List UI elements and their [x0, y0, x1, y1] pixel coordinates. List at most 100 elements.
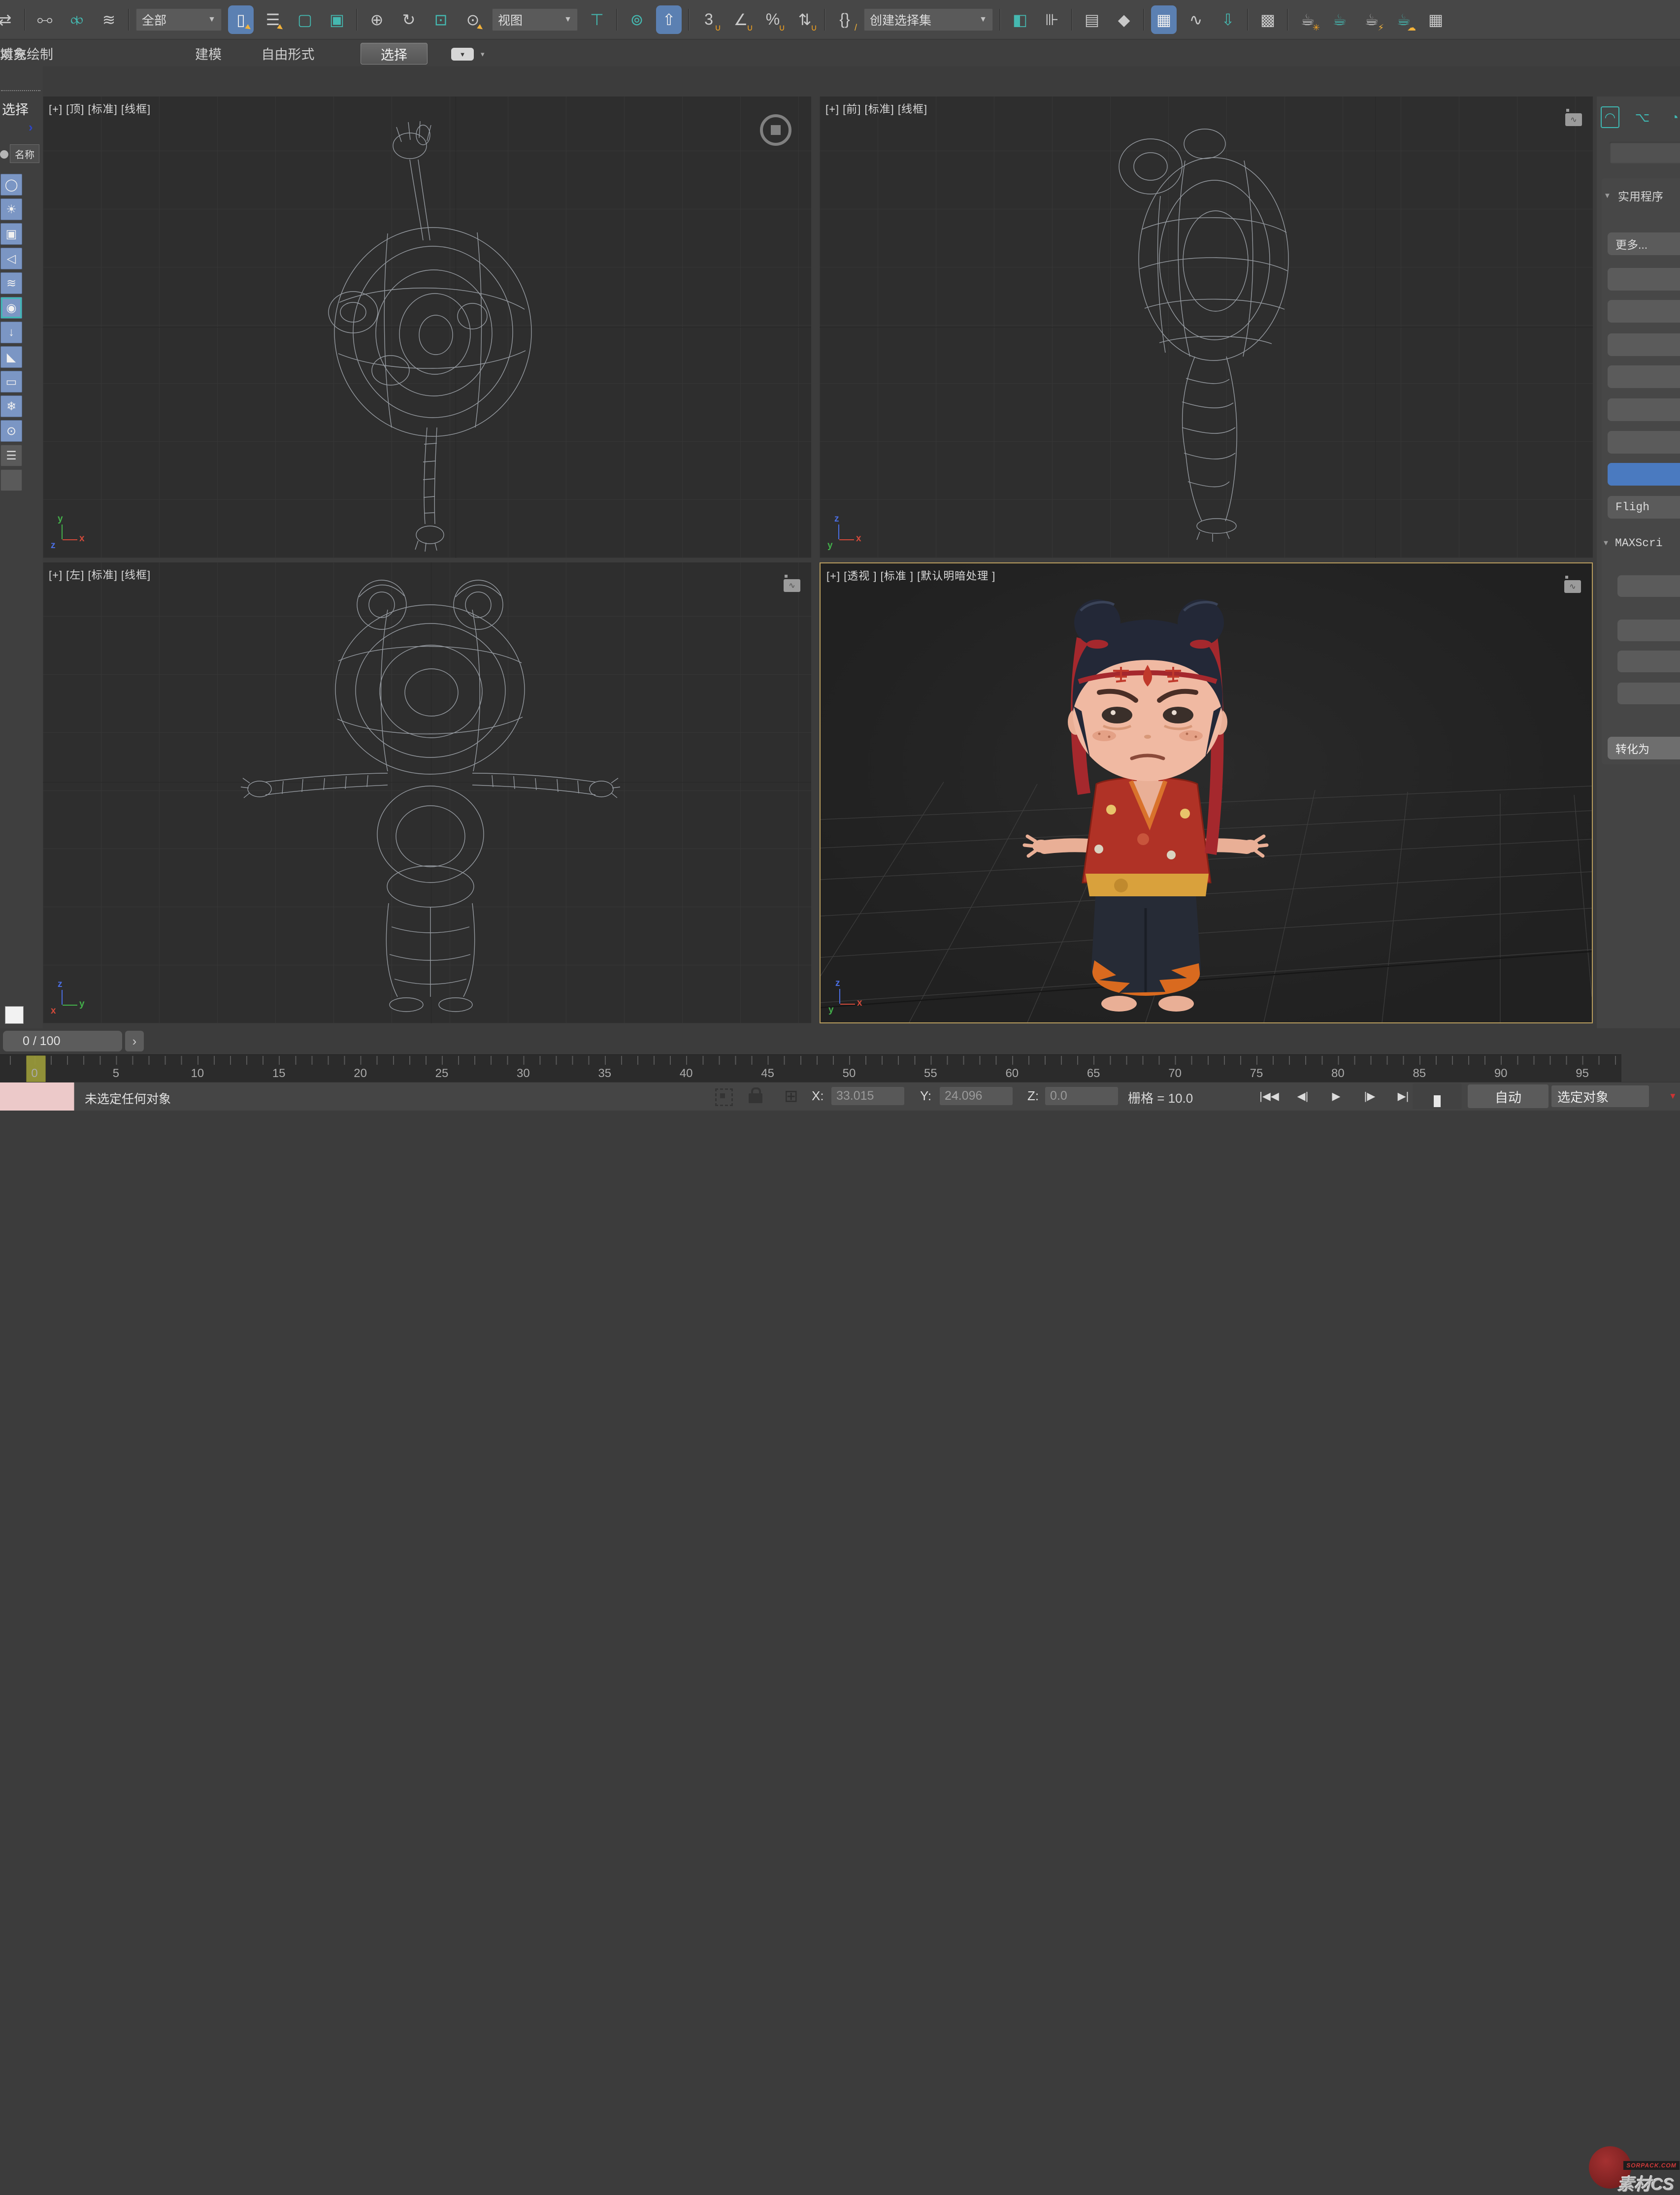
select-geometry-filter-icon[interactable]: ◯: [0, 174, 22, 196]
absolute-offset-toggle-icon[interactable]: ⊞: [784, 1086, 798, 1106]
navigation-ring-icon[interactable]: [760, 114, 791, 146]
select-helpers-filter-icon[interactable]: ◁: [0, 248, 22, 269]
select-and-move-icon[interactable]: ⊕: [364, 5, 390, 34]
ribbon-tab-填充[interactable]: 填充: [0, 43, 27, 64]
utility-button[interactable]: 打: [1617, 651, 1680, 672]
ribbon-tab-建模[interactable]: 建模: [149, 43, 222, 64]
isolate-selection-icon[interactable]: [715, 1088, 733, 1106]
use-pivot-point-center-icon[interactable]: ⊤: [584, 5, 610, 34]
schematic-view-icon[interactable]: ⇩: [1215, 5, 1241, 34]
selected-dropdown-caret-icon[interactable]: ▼: [1669, 1091, 1677, 1101]
set-key-button[interactable]: [1413, 1083, 1462, 1109]
next-frame-arrow-button[interactable]: ›: [125, 1031, 144, 1051]
freeze-selection-icon[interactable]: ❄: [0, 395, 22, 417]
hierarchy-tab-icon[interactable]: ⌥: [1633, 106, 1652, 128]
key-filters-selected-button[interactable]: 选定对象: [1551, 1085, 1649, 1107]
render-in-cloud-icon[interactable]: ☕☁: [1391, 5, 1416, 34]
select-and-link-icon[interactable]: ⧟: [32, 5, 58, 34]
viewport-label-front[interactable]: [+] [前] [标准] [线框]: [825, 100, 927, 116]
utility-button[interactable]: [1608, 398, 1680, 421]
viewport-front[interactable]: [+] [前] [标准] [线框] ∿ zxy: [820, 97, 1593, 558]
x-coordinate-field[interactable]: 33.015: [831, 1087, 904, 1105]
ribbon-options-caret-icon[interactable]: ▾: [481, 50, 485, 59]
play-button[interactable]: ▶: [1321, 1084, 1351, 1108]
viewport-label-perspective[interactable]: [+] [透视 ] [标准 ] [默认明暗处理 ]: [826, 567, 995, 583]
select-by-name-icon[interactable]: ☰▲: [260, 5, 286, 34]
utility-button[interactable]: M: [1608, 463, 1680, 486]
rendered-frame-window-icon[interactable]: ☕: [1327, 5, 1352, 34]
rectangular-selection-region-icon[interactable]: ▢: [292, 5, 318, 34]
next-frame-button[interactable]: |▶: [1354, 1084, 1385, 1108]
previous-frame-button[interactable]: ◀|: [1287, 1084, 1318, 1108]
viewport-display-icon[interactable]: ∿: [1565, 113, 1582, 126]
render-setup-icon[interactable]: ☕✳: [1295, 5, 1320, 34]
keyboard-shortcut-override-icon[interactable]: ⇧: [656, 5, 682, 34]
utility-button[interactable]: 颜: [1608, 333, 1680, 356]
maxscript-mini-listener[interactable]: [0, 1082, 74, 1111]
viewport-top[interactable]: [+] [顶] [标准] [线框] yxz: [43, 97, 811, 558]
named-selection-sets-dropdown[interactable]: 创建选择集▼: [864, 8, 993, 31]
minimize-ribbon-button[interactable]: ▼: [451, 48, 474, 61]
hide-selection-icon[interactable]: ⊙: [0, 420, 22, 442]
selection-lock-icon[interactable]: [749, 1093, 762, 1103]
viewport-label-left[interactable]: [+] [左] [标准] [线框]: [49, 566, 151, 582]
utility-button[interactable]: [1608, 365, 1680, 388]
toggle-layer-explorer-icon[interactable]: ◆: [1111, 5, 1137, 34]
render-production-icon[interactable]: ☕⚡: [1359, 5, 1384, 34]
select-by-name-button[interactable]: 名称: [10, 144, 39, 163]
paint-swatch[interactable]: [5, 1006, 24, 1024]
utility-button[interactable]: 打: [1617, 575, 1680, 597]
select-object-icon[interactable]: ▯▲: [228, 5, 254, 34]
viewport-display-icon[interactable]: ∿: [1564, 580, 1581, 593]
rollout-header[interactable]: ▼实用程序: [1604, 187, 1663, 204]
y-coordinate-field[interactable]: 24.096: [940, 1087, 1013, 1105]
snap-toggle-3d-icon[interactable]: 3∪: [696, 5, 722, 34]
utility-button[interactable]: 更多...: [1608, 232, 1680, 255]
viewport-label-top[interactable]: [+] [顶] [标准] [线框]: [49, 100, 151, 116]
viewport-perspective[interactable]: [+] [透视 ] [标准 ] [默认明暗处理 ] ∿: [820, 562, 1593, 1023]
frame-counter[interactable]: 0 / 100: [3, 1031, 122, 1051]
go-to-start-button[interactable]: |◀◀: [1254, 1084, 1285, 1108]
selection-paint-icon[interactable]: ↓: [0, 322, 22, 343]
selection-filter-dropdown[interactable]: 全部▼: [136, 8, 222, 31]
align-icon[interactable]: ⊪: [1039, 5, 1065, 34]
utilities-tab-icon[interactable]: ◠: [1601, 106, 1619, 128]
material-editor-icon[interactable]: ▩: [1255, 5, 1281, 34]
utility-button[interactable]: 转化为: [1608, 737, 1680, 759]
select-and-scale-icon[interactable]: ⊡: [428, 5, 454, 34]
angle-snap-toggle-icon[interactable]: ∠∪: [728, 5, 754, 34]
render-gallery-icon[interactable]: ▦: [1423, 5, 1449, 34]
viewport-display-icon[interactable]: ∿: [784, 579, 800, 592]
spinner-snap-toggle-icon[interactable]: ⇅∪: [792, 5, 818, 34]
ribbon-toggle-icon[interactable]: ▦: [1151, 5, 1177, 34]
motion-tab-icon[interactable]: ◔: [1665, 106, 1680, 128]
select-and-place-icon[interactable]: ⊙▲: [460, 5, 486, 34]
window-crossing-toggle-icon[interactable]: ▣: [324, 5, 350, 34]
ribbon-tab-选择[interactable]: 选择: [361, 43, 428, 65]
list-view-icon[interactable]: ☰: [0, 445, 22, 466]
percent-snap-toggle-icon[interactable]: %∪: [760, 5, 786, 34]
utility-button[interactable]: 新: [1617, 620, 1680, 641]
curve-editor-icon[interactable]: ∿: [1183, 5, 1209, 34]
select-space-warps-filter-icon[interactable]: ≋: [0, 272, 22, 294]
select-shapes-filter-icon[interactable]: ◣: [0, 346, 22, 368]
undo-redo-icons[interactable]: ⇄: [0, 5, 18, 34]
select-frozen-filter-icon[interactable]: ▭: [0, 371, 22, 393]
utility-button[interactable]: Fligh: [1608, 496, 1680, 519]
toggle-scene-explorer-icon[interactable]: ▤: [1079, 5, 1105, 34]
blank-tile-icon[interactable]: [0, 469, 22, 491]
utility-search-field[interactable]: [1610, 142, 1680, 164]
utility-button[interactable]: [1608, 268, 1680, 291]
select-cameras-filter-icon[interactable]: ▣: [0, 223, 22, 245]
ribbon-tab-自由形式[interactable]: 自由形式: [237, 43, 338, 64]
auto-key-button[interactable]: 自动: [1468, 1084, 1548, 1108]
utility-button[interactable]: [1608, 431, 1680, 454]
viewport-left[interactable]: [+] [左] [标准] [线框] ∿ zyx: [43, 562, 811, 1023]
name-radio-icon[interactable]: [0, 150, 8, 159]
select-lights-filter-icon[interactable]: ☀: [0, 198, 22, 220]
utility-button[interactable]: [1608, 300, 1680, 323]
select-and-rotate-icon[interactable]: ↻: [396, 5, 422, 34]
bind-to-space-warp-icon[interactable]: ≋: [96, 5, 122, 34]
unlink-selection-icon[interactable]: ⧞: [64, 5, 90, 34]
edit-named-selection-sets-icon[interactable]: {}/: [832, 5, 857, 34]
